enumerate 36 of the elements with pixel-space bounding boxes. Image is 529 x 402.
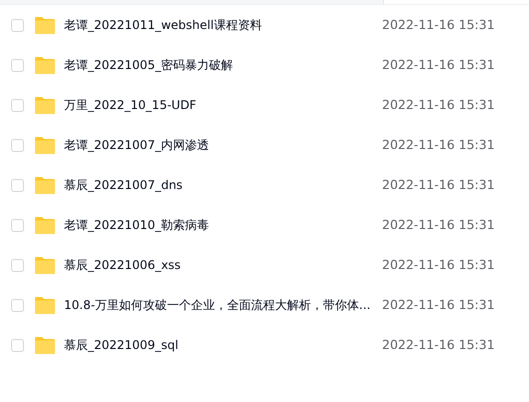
checkbox[interactable] bbox=[11, 258, 24, 272]
modified-date: 2022-11-16 15:31 bbox=[382, 16, 495, 34]
checkbox[interactable] bbox=[11, 98, 24, 112]
modified-date: 2022-11-16 15:31 bbox=[382, 136, 495, 154]
folder-name[interactable]: 万里_2022_10_15-UDF bbox=[64, 96, 382, 114]
checkbox[interactable] bbox=[11, 138, 24, 152]
folder-name[interactable]: 老谭_20221010_勒索病毒 bbox=[64, 216, 382, 234]
folder-name[interactable]: 慕辰_20221007_dns bbox=[64, 176, 382, 194]
folder-icon bbox=[34, 56, 55, 74]
folder-icon bbox=[34, 96, 55, 114]
folder-name[interactable]: 10.8-万里如何攻破一个企业，全面流程大解析，带你体... bbox=[64, 296, 382, 314]
folder-icon bbox=[34, 136, 55, 154]
folder-name[interactable]: 老谭_20221005_密码暴力破解 bbox=[64, 56, 382, 74]
modified-date: 2022-11-16 15:31 bbox=[382, 296, 495, 314]
folder-name[interactable]: 慕辰_20221006_xss bbox=[64, 256, 382, 274]
folder-icon bbox=[34, 216, 55, 234]
folder-name[interactable]: 老谭_20221007_内网渗透 bbox=[64, 136, 382, 154]
folder-icon bbox=[34, 256, 55, 274]
modified-date: 2022-11-16 15:31 bbox=[382, 96, 495, 114]
checkbox[interactable] bbox=[11, 58, 24, 72]
checkbox[interactable] bbox=[11, 218, 24, 232]
modified-date: 2022-11-16 15:31 bbox=[382, 176, 495, 194]
modified-date: 2022-11-16 15:31 bbox=[382, 216, 495, 234]
modified-date: 2022-11-16 15:31 bbox=[382, 336, 495, 354]
folder-icon bbox=[34, 176, 55, 194]
checkbox[interactable] bbox=[11, 338, 24, 352]
folder-icon bbox=[34, 296, 55, 314]
modified-date: 2022-11-16 15:31 bbox=[382, 56, 495, 74]
folder-icon bbox=[34, 336, 55, 354]
checkbox[interactable] bbox=[11, 18, 24, 32]
checkbox[interactable] bbox=[11, 298, 24, 312]
checkbox[interactable] bbox=[11, 178, 24, 192]
folder-icon bbox=[34, 16, 55, 34]
modified-date: 2022-11-16 15:31 bbox=[382, 256, 495, 274]
folder-name[interactable]: 慕辰_20221009_sql bbox=[64, 336, 382, 354]
folder-name[interactable]: 老谭_20221011_webshell课程资料 bbox=[64, 16, 382, 34]
